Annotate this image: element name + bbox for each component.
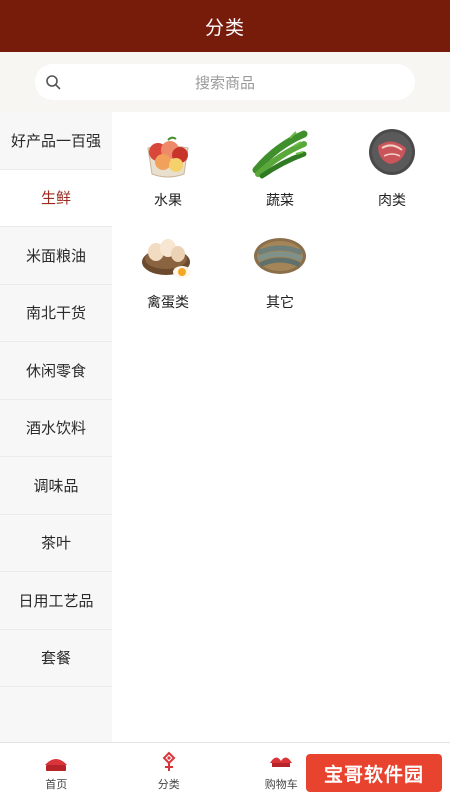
page-title: 分类 (204, 16, 245, 39)
sidebar-item-label: 休闲零食 (25, 361, 86, 380)
subcategory-label: 水果 (154, 193, 182, 209)
cart-icon (270, 757, 293, 767)
sidebar-item-drinks[interactable]: 酒水饮料 (0, 400, 112, 457)
sidebar-item-tea[interactable]: 茶叶 (0, 515, 112, 572)
sidebar-item-label: 茶叶 (40, 534, 71, 553)
category-content: 水果 蔬菜 肉类 禽蛋类 其它 (112, 112, 450, 742)
tab-label: 购物车 (264, 778, 298, 791)
sidebar-item-seasoning[interactable]: 调味品 (0, 457, 112, 515)
sidebar-item-label: 日用工艺品 (18, 591, 94, 610)
sidebar-item-grain-oil[interactable]: 米面粮油 (0, 227, 112, 285)
subcategory-label: 禽蛋类 (147, 295, 189, 311)
sidebar-item-label: 调味品 (33, 476, 79, 495)
subcategory-fruit[interactable]: 水果 (112, 124, 224, 226)
app-header: 分类 (0, 0, 450, 52)
search-placeholder: 搜索商品 (194, 73, 255, 92)
sidebar-item-label: 生鲜 (40, 189, 71, 208)
search-bar: 搜索商品 (0, 52, 450, 112)
watermark-logo: 宝哥软件园 (306, 754, 442, 792)
shrimp-image (254, 238, 306, 274)
tab-label: 首页 (45, 778, 68, 791)
sidebar-item-crafts[interactable]: 日用工艺品 (0, 572, 112, 630)
tab-label: 分类 (157, 778, 180, 791)
eggs-image (142, 239, 191, 278)
tab-home[interactable]: 首页 (0, 743, 113, 800)
home-icon (45, 759, 68, 771)
sidebar-item-label: 套餐 (40, 649, 71, 668)
sidebar-item-snacks[interactable]: 休闲零食 (0, 342, 112, 400)
subcategory-label: 肉类 (378, 193, 406, 209)
tab-category[interactable]: 分类 (113, 743, 226, 800)
sidebar-item-top100[interactable]: 好产品一百强 (0, 112, 112, 170)
subcategory-vegetable[interactable]: 蔬菜 (224, 124, 336, 226)
sidebar-item-label: 南北干货 (25, 304, 86, 323)
search-input[interactable]: 搜索商品 (35, 64, 415, 100)
category-sidebar: 好产品一百强 生鲜 米面粮油 南北干货 休闲零食 酒水饮料 调味品 茶叶 日用工… (0, 112, 112, 742)
meat-image (369, 129, 415, 175)
sidebar-item-label: 好产品一百强 (10, 131, 101, 150)
watermark-text: 宝哥软件园 (323, 763, 424, 786)
fruit-image (147, 136, 189, 178)
subcategory-other[interactable]: 其它 (224, 226, 336, 328)
category-icon (162, 751, 176, 771)
sidebar-item-bundle[interactable]: 套餐 (0, 630, 112, 687)
search-icon (46, 75, 61, 90)
subcategory-label: 其它 (266, 295, 294, 311)
sidebar-item-dry-goods[interactable]: 南北干货 (0, 285, 112, 342)
vegetable-image (252, 130, 308, 179)
subcategory-meat[interactable]: 肉类 (336, 124, 448, 226)
sidebar-item-label: 酒水饮料 (25, 419, 86, 438)
sidebar-item-fresh[interactable]: 生鲜 (0, 169, 112, 227)
sidebar-item-label: 米面粮油 (25, 246, 86, 265)
subcategory-label: 蔬菜 (266, 193, 294, 209)
subcategory-eggs[interactable]: 禽蛋类 (112, 226, 224, 328)
subcategory-grid: 水果 蔬菜 肉类 禽蛋类 其它 (112, 112, 450, 328)
